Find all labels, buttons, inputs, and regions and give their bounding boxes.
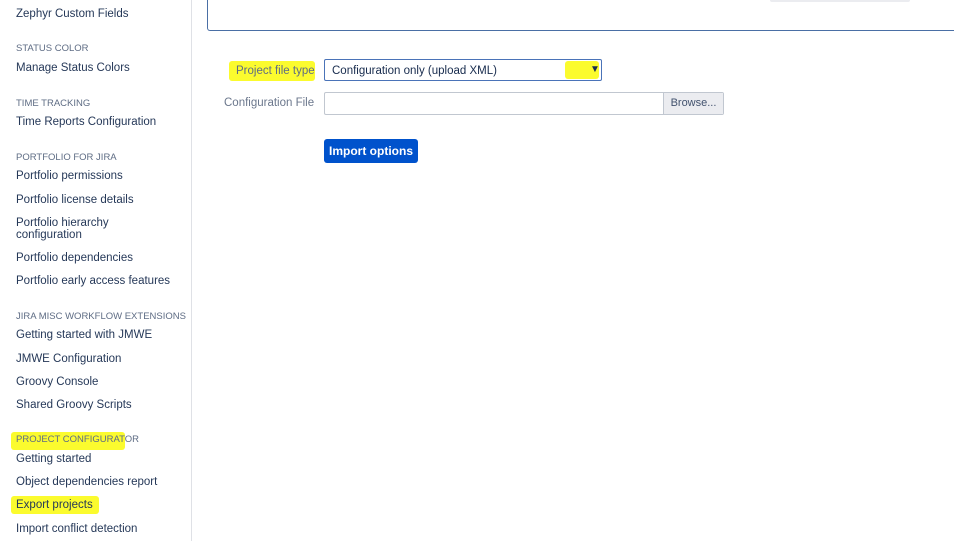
top-header-strip <box>770 0 910 2</box>
sidebar-heading-time-tracking: TIME TRACKING <box>16 98 91 109</box>
sidebar-item-portfolio-permissions[interactable]: Portfolio permissions <box>16 170 123 182</box>
admin-sidebar: Zephyr Custom Fields STATUS COLOR Manage… <box>0 0 192 541</box>
sidebar-item-export-projects[interactable]: Export projects <box>16 499 93 511</box>
sidebar-item-import-conflict-detection[interactable]: Import conflict detection <box>16 523 137 535</box>
sidebar-heading-jmwe: JIRA MISC WORKFLOW EXTENSIONS <box>16 311 186 322</box>
configuration-file-label: Configuration File <box>224 97 315 109</box>
project-file-type-select[interactable]: Configuration only (upload XML) ▼ <box>324 59 602 81</box>
sidebar-item-getting-started-jmwe[interactable]: Getting started with JMWE <box>16 329 152 341</box>
sidebar-heading-status-color: STATUS COLOR <box>16 43 89 54</box>
sidebar-item-zephyr-custom-fields[interactable]: Zephyr Custom Fields <box>16 8 128 20</box>
select-value: Configuration only (upload XML) <box>332 65 497 77</box>
sidebar-item-groovy-console[interactable]: Groovy Console <box>16 376 98 388</box>
top-panel <box>207 0 954 31</box>
sidebar-item-object-dependencies-report[interactable]: Object dependencies report <box>16 476 157 488</box>
chevron-down-icon: ▼ <box>590 64 600 75</box>
sidebar-heading-portfolio: PORTFOLIO FOR JIRA <box>16 152 117 163</box>
sidebar-item-jmwe-configuration[interactable]: JMWE Configuration <box>16 353 121 365</box>
page: Zephyr Custom Fields STATUS COLOR Manage… <box>0 0 954 541</box>
sidebar-item-portfolio-dependencies[interactable]: Portfolio dependencies <box>16 252 133 264</box>
import-options-button[interactable]: Import options <box>324 139 418 163</box>
sidebar-item-portfolio-hierarchy-configuration[interactable]: Portfolio hierarchy configuration <box>16 217 166 241</box>
project-file-type-label: Project file type <box>236 65 315 77</box>
browse-button[interactable]: Browse... <box>663 93 723 114</box>
sidebar-item-portfolio-early-access[interactable]: Portfolio early access features <box>16 275 170 287</box>
sidebar-heading-project-configurator: PROJECT CONFIGURATOR <box>16 434 139 445</box>
sidebar-item-portfolio-license-details[interactable]: Portfolio license details <box>16 194 134 206</box>
sidebar-item-time-reports-configuration[interactable]: Time Reports Configuration <box>16 116 156 128</box>
sidebar-item-getting-started[interactable]: Getting started <box>16 453 91 465</box>
configuration-file-input[interactable]: Browse... <box>324 92 724 115</box>
sidebar-item-manage-status-colors[interactable]: Manage Status Colors <box>16 62 130 74</box>
sidebar-item-shared-groovy-scripts[interactable]: Shared Groovy Scripts <box>16 399 132 411</box>
